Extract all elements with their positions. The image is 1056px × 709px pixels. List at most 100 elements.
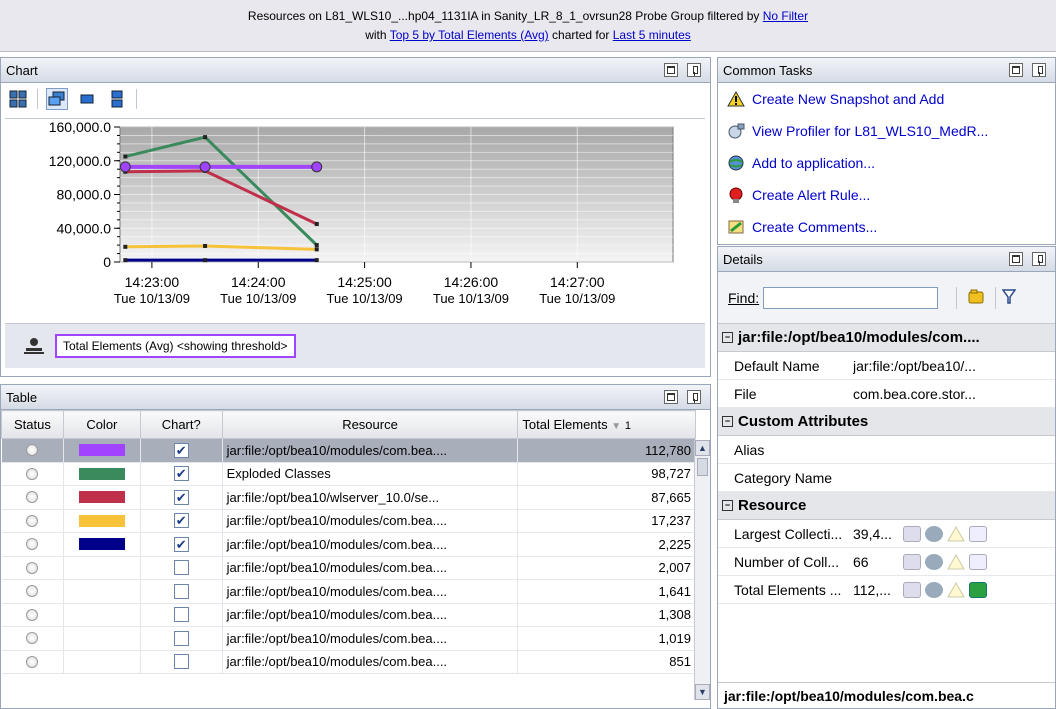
prop-key: File: [734, 385, 757, 402]
globe-icon[interactable]: [925, 553, 943, 570]
pin-icon[interactable]: [1032, 252, 1046, 266]
prop-number-of-collections: Number of Coll... 66: [718, 548, 1055, 576]
maximize-icon[interactable]: [1009, 252, 1023, 266]
table-row[interactable]: jar:file:/opt/bea10/modules/com.bea.... 8…: [1, 650, 696, 674]
table-row[interactable]: ✔ Exploded Classes 98,727: [1, 462, 696, 486]
task-create-snapshot[interactable]: Create New Snapshot and Add: [718, 83, 1055, 115]
scroll-down-icon[interactable]: ▼: [695, 684, 710, 700]
section-custom-attributes[interactable]: − Custom Attributes: [718, 408, 1055, 436]
gauge-icon[interactable]: [903, 553, 921, 570]
profiler-icon: [726, 121, 746, 141]
section-jar[interactable]: − jar:file:/opt/bea10/modules/com....: [718, 324, 1055, 352]
stacked-view-icon[interactable]: [106, 88, 128, 110]
pin-icon[interactable]: [687, 390, 701, 404]
warning-icon[interactable]: [947, 525, 965, 542]
chart-cell: [140, 603, 223, 627]
maximize-icon[interactable]: [664, 63, 678, 77]
total-elements-cell: 112,780: [517, 438, 696, 463]
pin-icon[interactable]: [1032, 63, 1046, 77]
warning-icon[interactable]: [947, 553, 965, 570]
color-swatch[interactable]: [79, 632, 125, 644]
task-label: View Profiler for L81_WLS10_MedR...: [752, 123, 989, 139]
trend-icon[interactable]: [969, 525, 987, 542]
chart-checkbox[interactable]: [173, 654, 189, 670]
color-swatch[interactable]: [78, 467, 125, 480]
color-swatch[interactable]: [79, 562, 125, 574]
chart-checkbox[interactable]: [173, 607, 189, 623]
color-swatch[interactable]: [79, 609, 125, 621]
globe-icon[interactable]: [925, 581, 943, 598]
warning-icon[interactable]: [947, 581, 965, 598]
col-chart[interactable]: Chart?: [139, 410, 223, 439]
table-row[interactable]: ✔ jar:file:/opt/bea10/modules/com.bea....…: [1, 532, 696, 557]
time-range-link[interactable]: Last 5 minutes: [613, 28, 691, 42]
table-row[interactable]: jar:file:/opt/bea10/modules/com.bea.... 1…: [1, 603, 696, 627]
chart-checkbox[interactable]: ✔: [173, 536, 189, 552]
maximize-icon[interactable]: [664, 390, 678, 404]
collapse-icon[interactable]: −: [722, 416, 733, 427]
table-row[interactable]: jar:file:/opt/bea10/modules/com.bea.... 1…: [1, 579, 696, 604]
total-elements-cell: 87,665: [517, 485, 696, 510]
chart-checkbox[interactable]: [173, 583, 189, 599]
section-resource[interactable]: − Resource: [718, 492, 1055, 520]
color-swatch[interactable]: [78, 444, 125, 457]
color-swatch[interactable]: [79, 656, 125, 668]
scroll-thumb[interactable]: [697, 458, 708, 476]
line-chart[interactable]: 160,000.0 120,000.0 80,000.0 40,000.0 0 14:23…: [5, 118, 705, 323]
col-resource[interactable]: Resource: [221, 410, 519, 439]
folder-icon[interactable]: [967, 287, 985, 308]
table-scrollbar[interactable]: ▲ ▼: [694, 440, 710, 700]
data-point: [203, 243, 208, 248]
table-row[interactable]: jar:file:/opt/bea10/modules/com.bea.... 2…: [1, 556, 696, 580]
tasks-list: Create New Snapshot and Add View Profile…: [718, 83, 1055, 243]
color-swatch[interactable]: [78, 491, 125, 504]
col-total-elements[interactable]: Total Elements ▼ 1: [517, 410, 696, 439]
x-tick-label: 14:24:00: [231, 274, 286, 290]
chart-titlebar: Chart: [1, 58, 710, 83]
details-titlebar: Details: [718, 247, 1055, 272]
find-input[interactable]: [763, 286, 939, 309]
task-add-to-application[interactable]: Add to application...: [718, 147, 1055, 179]
color-swatch[interactable]: [78, 538, 125, 551]
overlay-view-icon[interactable]: [46, 88, 68, 110]
task-create-alert-rule[interactable]: Create Alert Rule...: [718, 179, 1055, 211]
pin-icon[interactable]: [687, 63, 701, 77]
grid-view-icon[interactable]: [7, 88, 29, 110]
prop-largest-collection: Largest Collecti... 39,4...: [718, 520, 1055, 548]
checked-trend-icon[interactable]: [969, 581, 987, 598]
table-row[interactable]: ✔ jar:file:/opt/bea10/modules/com.bea....…: [1, 509, 696, 533]
globe-icon[interactable]: [925, 525, 943, 542]
gauge-icon[interactable]: [903, 581, 921, 598]
filter-icon[interactable]: [1001, 287, 1017, 308]
chart-checkbox[interactable]: ✔: [173, 489, 189, 505]
status-icon: [26, 655, 39, 668]
chart-checkbox[interactable]: ✔: [173, 466, 189, 482]
resource-cell: jar:file:/opt/bea10/modules/com.bea....: [222, 603, 519, 627]
table-row[interactable]: ✔ jar:file:/opt/bea10/modules/com.bea....…: [1, 438, 696, 463]
col-status[interactable]: Status: [1, 410, 64, 439]
top-n-link[interactable]: Top 5 by Total Elements (Avg): [390, 28, 549, 42]
chart-checkbox[interactable]: ✔: [173, 442, 189, 458]
maximize-icon[interactable]: [1009, 63, 1023, 77]
scroll-up-icon[interactable]: ▲: [695, 440, 710, 456]
legend-label[interactable]: Total Elements (Avg) <showing threshold>: [55, 334, 296, 358]
chart-checkbox[interactable]: [173, 630, 189, 646]
single-view-icon[interactable]: [76, 88, 98, 110]
collapse-icon[interactable]: −: [722, 500, 733, 511]
chart-checkbox[interactable]: ✔: [173, 513, 189, 529]
task-view-profiler[interactable]: View Profiler for L81_WLS10_MedR...: [718, 115, 1055, 147]
collapse-icon[interactable]: −: [722, 332, 733, 343]
chart-checkbox[interactable]: [173, 560, 189, 576]
table-row[interactable]: ✔ jar:file:/opt/bea10/wlserver_10.0/se...…: [1, 485, 696, 510]
table-row[interactable]: jar:file:/opt/bea10/modules/com.bea.... 1…: [1, 626, 696, 651]
trend-icon[interactable]: [969, 553, 987, 570]
col-color[interactable]: Color: [62, 410, 141, 439]
gauge-icon[interactable]: [903, 525, 921, 542]
filter-link[interactable]: No Filter: [763, 9, 808, 23]
prop-value: jar:file:/opt/bea10/...: [853, 357, 976, 374]
color-swatch[interactable]: [79, 585, 125, 597]
color-cell: [63, 438, 141, 463]
section-jar-label: jar:file:/opt/bea10/modules/com....: [738, 329, 980, 346]
color-swatch[interactable]: [78, 514, 125, 527]
task-create-comments[interactable]: Create Comments...: [718, 211, 1055, 243]
